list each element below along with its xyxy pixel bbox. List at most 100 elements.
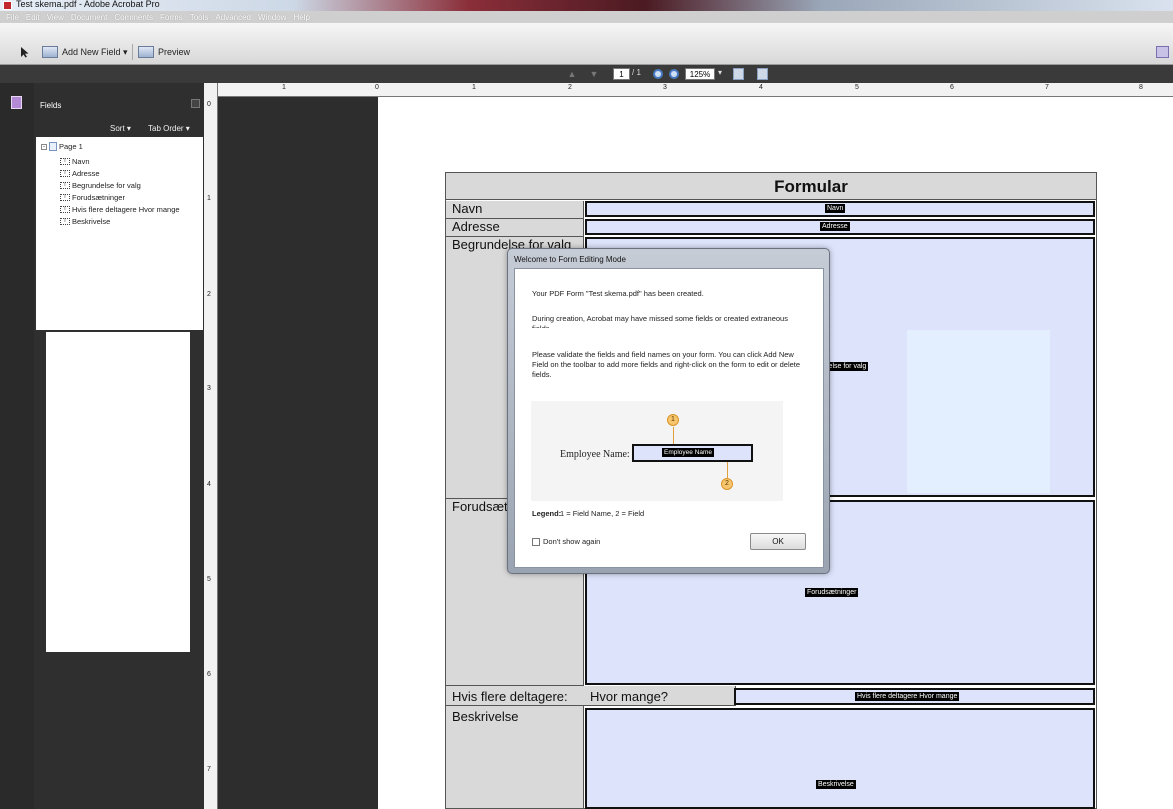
form-field-beskrivelse[interactable] bbox=[585, 708, 1095, 809]
menu-document[interactable]: Document bbox=[71, 13, 107, 22]
ruler-label: 5 bbox=[855, 84, 859, 91]
ruler-label: 2 bbox=[568, 84, 572, 91]
ruler-label: 6 bbox=[207, 671, 211, 678]
label-adresse: Adresse bbox=[452, 219, 500, 234]
field-highlight-block bbox=[907, 330, 1050, 493]
label-forudsaetninger: Forudsæt bbox=[452, 499, 508, 514]
tree-field-item[interactable]: I Forudsætninger bbox=[60, 193, 125, 202]
menu-view[interactable]: View bbox=[47, 13, 64, 22]
label-hvis-flere: Hvis flere deltagere: bbox=[452, 689, 568, 704]
label-navn: Navn bbox=[452, 201, 483, 216]
previous-page-icon[interactable]: ▲ bbox=[567, 69, 577, 79]
tree-field-item[interactable]: I Begrundelse for valg bbox=[60, 181, 141, 190]
form-title: Formular bbox=[774, 177, 848, 196]
page-icon bbox=[49, 142, 57, 151]
horizontal-ruler: 1 0 1 2 3 4 5 6 7 8 bbox=[204, 83, 1173, 97]
legend-text: 1 = Field Name, 2 = Field bbox=[560, 509, 645, 518]
zoom-in-icon[interactable] bbox=[669, 69, 679, 79]
tab-order-dropdown[interactable]: Tab Order ▾ bbox=[148, 124, 190, 133]
dialog-text-validate: Please validate the fields and field nam… bbox=[532, 350, 801, 379]
text-field-icon: I bbox=[60, 182, 70, 189]
callout-2-icon: 2 bbox=[721, 478, 733, 490]
text-field-icon: I bbox=[60, 194, 70, 201]
menu-comments[interactable]: Comments bbox=[114, 13, 153, 22]
text-field-icon: I bbox=[60, 158, 70, 165]
next-page-icon[interactable]: ▼ bbox=[589, 69, 599, 79]
preview-icon bbox=[138, 46, 154, 58]
dont-show-again-checkbox[interactable] bbox=[532, 538, 540, 546]
menu-window[interactable]: Window bbox=[258, 13, 286, 22]
ruler-label: 7 bbox=[1045, 84, 1049, 91]
page-number-input[interactable]: 1 bbox=[613, 68, 630, 80]
text-field-icon: I bbox=[60, 206, 70, 213]
field-name-tag: Navn bbox=[825, 204, 846, 213]
menu-edit[interactable]: Edit bbox=[26, 13, 40, 22]
add-new-field-button[interactable]: Add New Field ▾ bbox=[42, 46, 128, 58]
window-title: Test skema.pdf - Adobe Acrobat Pro bbox=[16, 0, 160, 9]
callout-line bbox=[727, 462, 728, 479]
fields-panel-title: Fields bbox=[40, 101, 62, 110]
select-arrow-icon[interactable] bbox=[20, 46, 30, 58]
callout-1-icon: 1 bbox=[667, 414, 679, 426]
zoom-out-icon[interactable] bbox=[653, 69, 663, 79]
tree-field-label: Hvis flere deltagere Hvor mange bbox=[72, 205, 180, 214]
field-name-tag: Forudsætninger bbox=[805, 588, 859, 597]
distribute-icon[interactable] bbox=[1156, 46, 1169, 58]
ruler-label: 1 bbox=[472, 84, 476, 91]
text-field-icon: I bbox=[60, 170, 70, 177]
tree-field-item[interactable]: I Beskrivelse bbox=[60, 217, 110, 226]
ruler-label: 0 bbox=[207, 101, 211, 108]
menu-file[interactable]: File bbox=[6, 13, 19, 22]
tree-field-label: Forudsætninger bbox=[72, 193, 125, 202]
tree-field-item[interactable]: I Adresse bbox=[60, 169, 100, 178]
ruler-label: 4 bbox=[759, 84, 763, 91]
ruler-label: 3 bbox=[663, 84, 667, 91]
tree-page-node[interactable]: - Page 1 bbox=[41, 142, 83, 151]
acrobat-app-icon bbox=[3, 1, 12, 10]
preview-button[interactable]: Preview bbox=[138, 46, 190, 58]
tree-field-item[interactable]: I Navn bbox=[60, 157, 90, 166]
tree-field-item[interactable]: I Hvis flere deltagere Hvor mange bbox=[60, 205, 180, 214]
zoom-input[interactable]: 125% bbox=[685, 68, 715, 80]
toolbar bbox=[0, 23, 1173, 65]
panel-options-icon[interactable] bbox=[191, 99, 200, 108]
tree-field-label: Begrundelse for valg bbox=[72, 181, 141, 190]
fields-panel-blank-area bbox=[46, 332, 190, 652]
page-navigation-bar bbox=[0, 65, 1173, 83]
field-name-tag: Hvis flere deltagere Hvor mange bbox=[855, 692, 960, 701]
dont-show-again-label[interactable]: Don't show again bbox=[543, 537, 600, 546]
ruler-label: 2 bbox=[207, 291, 211, 298]
ruler-label: 4 bbox=[207, 481, 211, 488]
sort-dropdown[interactable]: Sort ▾ bbox=[110, 124, 131, 133]
text-field-icon: I bbox=[60, 218, 70, 225]
field-name-tag: Beskrivelse bbox=[816, 780, 856, 789]
page-total: / 1 bbox=[632, 68, 641, 77]
ruler-label: 3 bbox=[207, 385, 211, 392]
collapse-icon[interactable]: - bbox=[41, 143, 47, 150]
fields-panel-icon[interactable] bbox=[11, 96, 22, 109]
title-bar: Test skema.pdf - Adobe Acrobat Pro bbox=[0, 0, 1173, 11]
menu-forms[interactable]: Forms bbox=[160, 13, 183, 22]
scrolling-mode-icon[interactable] bbox=[733, 68, 744, 80]
toolbar-separator bbox=[132, 44, 133, 60]
ruler-label: 6 bbox=[950, 84, 954, 91]
fit-page-icon[interactable] bbox=[757, 68, 768, 80]
menu-advanced[interactable]: Advanced bbox=[215, 13, 251, 22]
add-field-icon bbox=[42, 46, 58, 58]
tree-field-label: Navn bbox=[72, 157, 90, 166]
zoom-dropdown[interactable]: ▾ bbox=[718, 68, 722, 77]
ok-button[interactable]: OK bbox=[750, 533, 806, 550]
callout-line bbox=[673, 427, 674, 444]
vertical-ruler: 0 1 2 3 4 5 6 7 bbox=[204, 83, 218, 809]
ruler-label: 7 bbox=[207, 766, 211, 773]
dialog-text-creation: During creation, Acrobat may have missed… bbox=[532, 314, 788, 328]
label-hvor-mange: Hvor mange? bbox=[590, 689, 669, 704]
menu-tools[interactable]: Tools bbox=[190, 13, 209, 22]
legend-label: Legend: bbox=[532, 509, 562, 518]
ruler-label: 5 bbox=[207, 576, 211, 583]
dialog-text-created: Your PDF Form "Test skema.pdf" has been … bbox=[532, 289, 704, 298]
menu-help[interactable]: Help bbox=[293, 13, 309, 22]
field-name-tag: Adresse bbox=[820, 222, 850, 231]
illustration-field-name: Employee Name bbox=[662, 448, 715, 457]
add-new-field-label: Add New Field ▾ bbox=[62, 46, 128, 57]
